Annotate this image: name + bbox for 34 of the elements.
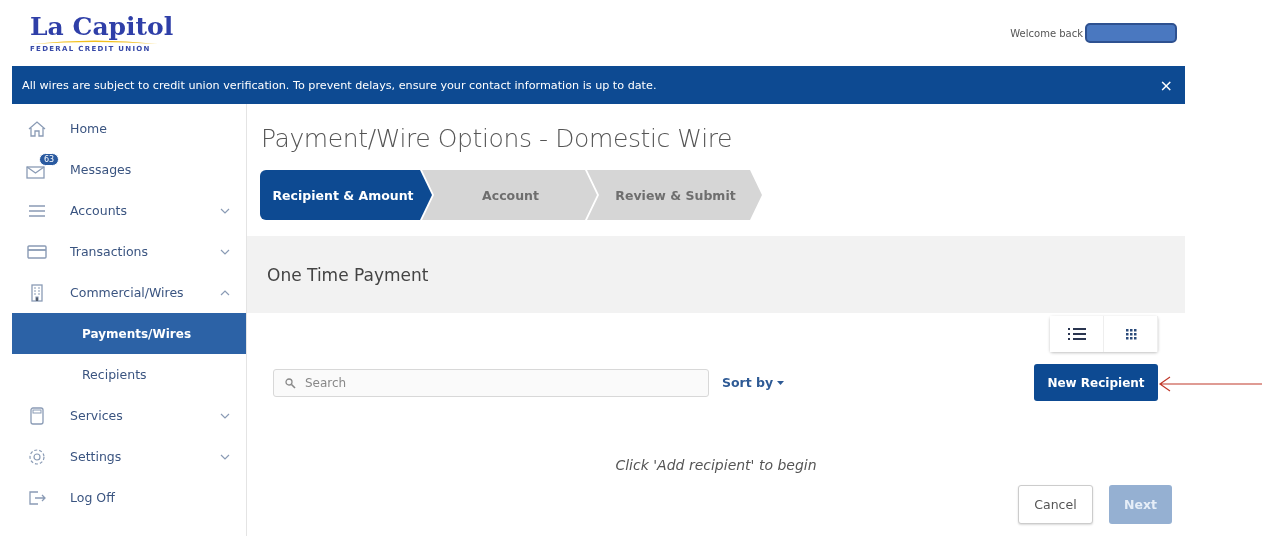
- caret-down-icon: [220, 412, 230, 419]
- close-button[interactable]: ×: [1157, 75, 1175, 95]
- nav-item[interactable]: Payments/Wires: [12, 313, 246, 354]
- caret-down-icon: [220, 453, 230, 460]
- banner-message: All wires are subject to credit union verification. To prevent delays, ensure your contact information is up to date.: [22, 78, 657, 92]
- sort-dropdown[interactable]: Sort by: [722, 375, 785, 390]
- list-view-button[interactable]: [1050, 316, 1104, 352]
- search-icon: [285, 377, 296, 389]
- empty-message: Click 'Add recipient' to begin: [614, 457, 818, 473]
- nav-item[interactable]: Home: [12, 108, 246, 149]
- new-recipient-button[interactable]: New Recipient: [1034, 364, 1158, 401]
- nav-item[interactable]: Log Off: [12, 477, 246, 518]
- step-tab[interactable]: Review & Submit: [587, 170, 762, 220]
- nav-item[interactable]: Settings: [12, 436, 246, 477]
- caret-down-icon: [220, 248, 230, 255]
- caret-up-icon: [220, 289, 230, 296]
- welcome-text: Welcome back: [1010, 27, 1083, 39]
- nav-item[interactable]: Recipients: [12, 354, 246, 395]
- nav-item[interactable]: Commercial/Wires: [12, 272, 246, 313]
- caret-down-icon: [220, 207, 230, 214]
- nav-item[interactable]: Messages 63: [12, 149, 246, 190]
- section-title: One Time Payment: [267, 264, 429, 285]
- nav-item[interactable]: Accounts: [12, 190, 246, 231]
- count-badge: 63: [39, 153, 60, 166]
- logo-name: La Capitol: [30, 13, 174, 39]
- list-icon: [1066, 326, 1087, 342]
- nav-item[interactable]: Transactions: [12, 231, 246, 272]
- nav-item[interactable]: Services: [12, 395, 246, 436]
- step-tab[interactable]: Account: [422, 170, 597, 220]
- step-tab[interactable]: Recipient & Amount: [260, 170, 432, 220]
- caret-down-icon: [777, 380, 785, 385]
- search-field[interactable]: Search: [273, 368, 709, 397]
- page-title: Payment/Wire Options - Domestic Wire: [261, 124, 733, 155]
- action-button[interactable]: Cancel: [1018, 485, 1093, 524]
